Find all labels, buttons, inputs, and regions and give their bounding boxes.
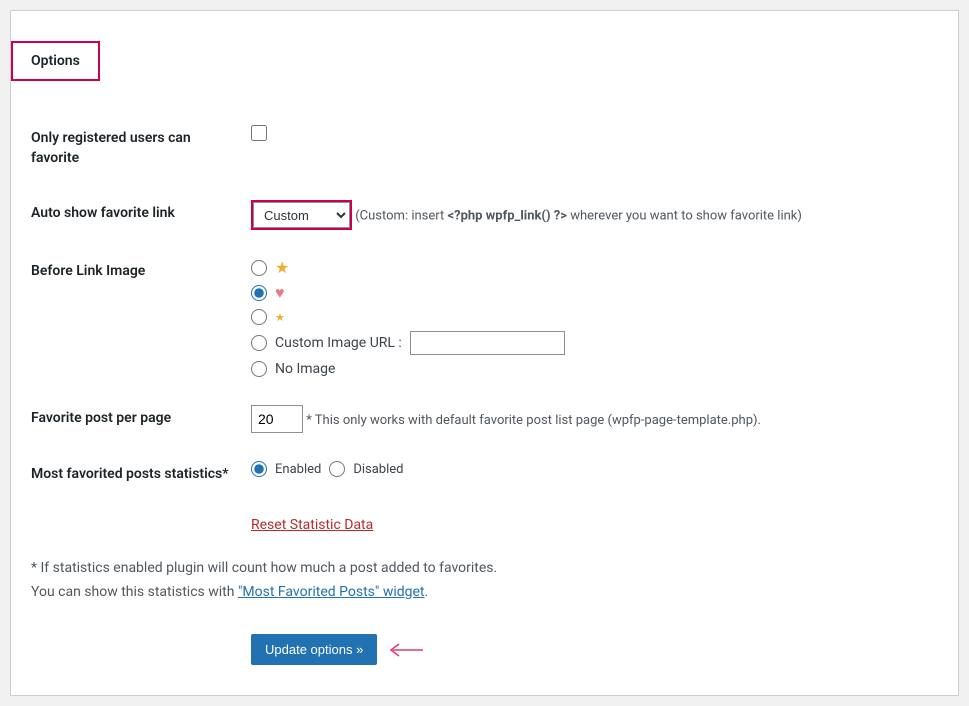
custom-image-label: Custom Image URL :: [275, 335, 402, 351]
stats-radio-disabled[interactable]: [329, 461, 345, 477]
footer-line2a: You can show this statistics with: [31, 584, 238, 600]
custom-image-url-input[interactable]: [410, 331, 565, 355]
per-page-label: Favorite post per page: [31, 391, 241, 447]
footer-note: * If statistics enabled plugin will coun…: [31, 557, 938, 605]
before-link-label: Before Link Image: [31, 244, 241, 391]
tab-row: Options: [11, 41, 958, 81]
reset-statistics-link[interactable]: Reset Statistic Data: [251, 517, 373, 533]
heart-icon: ♥: [275, 283, 285, 303]
before-link-radio-list: ★ ♥ ★ Custom Image URL :: [251, 258, 928, 377]
before-link-radio-custom[interactable]: [251, 335, 267, 351]
before-link-option-custom[interactable]: Custom Image URL :: [251, 331, 928, 355]
before-link-option-heart[interactable]: ♥: [251, 283, 928, 303]
most-favorited-widget-link[interactable]: "Most Favorited Posts" widget: [238, 584, 425, 600]
no-image-label: No Image: [275, 361, 335, 377]
stats-radio-enabled[interactable]: [251, 461, 267, 477]
stats-disabled-label: Disabled: [353, 462, 403, 477]
before-link-option-smallstar[interactable]: ★: [251, 309, 928, 325]
arrow-left-icon: [389, 643, 423, 657]
footer-line1: * If statistics enabled plugin will coun…: [31, 557, 938, 581]
auto-show-hint: (Custom: insert <?php wpfp_link() ?> whe…: [355, 209, 802, 224]
small-star-icon: ★: [275, 311, 285, 324]
before-link-radio-star[interactable]: [251, 260, 267, 276]
before-link-radio-none[interactable]: [251, 361, 267, 377]
before-link-option-none[interactable]: No Image: [251, 361, 928, 377]
star-icon: ★: [275, 258, 289, 277]
options-panel: Options Only registered users can favori…: [10, 10, 959, 696]
only-registered-checkbox[interactable]: [251, 125, 267, 141]
per-page-note: * This only works with default favorite …: [306, 413, 761, 428]
footer-line2b: .: [425, 584, 429, 600]
stats-radios: Enabled Disabled: [251, 461, 928, 477]
only-registered-label: Only registered users can favorite: [31, 111, 241, 186]
options-form-table: Only registered users can favorite Auto …: [31, 111, 938, 547]
stats-label: Most favorited posts statistics*: [31, 447, 241, 503]
submit-row: Update options »: [31, 634, 938, 665]
before-link-option-star[interactable]: ★: [251, 258, 928, 277]
stats-enabled-label: Enabled: [275, 462, 321, 477]
tab-options[interactable]: Options: [11, 41, 100, 81]
update-options-button[interactable]: Update options »: [251, 634, 377, 665]
auto-show-label: Auto show favorite link: [31, 186, 241, 244]
auto-show-highlight: Custom: [251, 200, 352, 230]
per-page-input[interactable]: [251, 405, 303, 433]
before-link-radio-smallstar[interactable]: [251, 309, 267, 325]
auto-show-select[interactable]: Custom: [253, 202, 350, 228]
before-link-radio-heart[interactable]: [251, 285, 267, 301]
